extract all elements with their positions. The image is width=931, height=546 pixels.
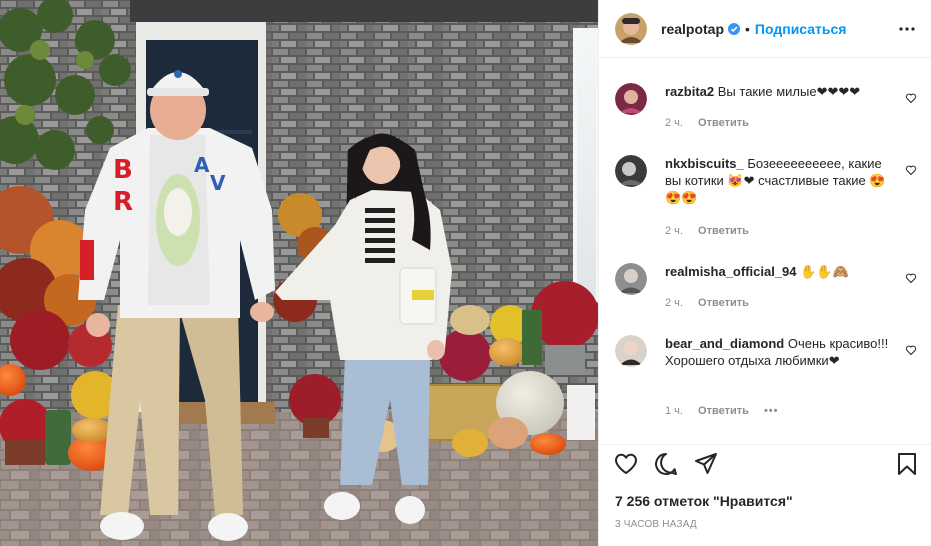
author-username[interactable]: realpotap <box>661 21 724 37</box>
svg-text:B: B <box>113 155 133 185</box>
comment-avatar[interactable] <box>615 155 647 187</box>
comment-meta: 2 ч. Ответить <box>665 117 761 129</box>
comment-icon[interactable] <box>653 451 679 477</box>
more-horizontal-icon[interactable] <box>898 21 916 37</box>
comment-options-button[interactable]: ••• <box>764 405 779 417</box>
author-avatar-image <box>615 12 647 45</box>
reply-button[interactable]: Ответить <box>698 297 749 309</box>
commenter-avatar-image <box>615 83 647 115</box>
reply-button[interactable]: Ответить <box>698 225 749 237</box>
comment-like-heart-icon[interactable] <box>905 272 917 284</box>
post-photo-image: B R A V <box>0 0 598 546</box>
comment-username[interactable]: razbita2 <box>665 84 714 99</box>
comment-username[interactable]: nkxbiscuits_ <box>665 156 744 171</box>
share-icon[interactable] <box>693 451 719 477</box>
svg-text:A: A <box>194 153 210 177</box>
comment-body: nkxbiscuits_ Бозееееееееее, какие вы кот… <box>665 155 893 206</box>
reply-button[interactable]: Ответить <box>698 117 749 129</box>
comment-avatar[interactable] <box>615 335 647 367</box>
comment-time: 2 ч. <box>665 225 683 237</box>
heart-icon[interactable] <box>613 451 639 477</box>
verified-badge-icon <box>728 22 741 35</box>
comment-time: 2 ч. <box>665 117 683 129</box>
bookmark-icon[interactable] <box>894 451 920 477</box>
comment-time: 2 ч. <box>665 297 683 309</box>
svg-text:R: R <box>113 187 133 217</box>
post-header: realpotap • Подписаться <box>599 0 931 58</box>
comment-meta: 1 ч. Ответить ••• <box>665 405 791 417</box>
post-side-panel: realpotap • Подписаться razbita2 Вы таки… <box>598 0 931 546</box>
comment-body: bear_and_diamond Очень красиво!!! Хороше… <box>665 335 893 369</box>
comment-avatar[interactable] <box>615 263 647 295</box>
comment-avatar[interactable] <box>615 83 647 115</box>
post-photo[interactable]: B R A V <box>0 0 598 546</box>
commenter-avatar-image <box>615 263 647 295</box>
likes-count[interactable]: 7 256 отметок "Нравится" <box>615 493 793 509</box>
comment-body: realmisha_official_94 ✋✋🙈 <box>665 263 893 280</box>
svg-text:V: V <box>210 171 226 195</box>
post-timestamp[interactable]: 3 часов назад <box>615 519 697 530</box>
comment-text: Вы такие милые❤❤❤❤ <box>717 84 861 99</box>
follow-button[interactable]: Подписаться <box>755 21 847 37</box>
post-actions: 7 256 отметок "Нравится" 3 часов назад <box>599 444 931 546</box>
commenter-avatar-image <box>615 155 647 187</box>
comment-like-heart-icon[interactable] <box>905 92 917 104</box>
author-avatar[interactable] <box>615 12 647 45</box>
post-modal: B R A V realpotap • Подписаться razbita2… <box>0 0 931 546</box>
comment-like-heart-icon[interactable] <box>905 164 917 176</box>
reply-button[interactable]: Ответить <box>698 405 749 417</box>
comment-meta: 2 ч. Ответить <box>665 225 761 237</box>
comment-meta: 2 ч. Ответить <box>665 297 761 309</box>
comment-username[interactable]: realmisha_official_94 <box>665 264 797 279</box>
header-separator: • <box>745 20 750 37</box>
comment-text: ✋✋🙈 <box>800 264 849 279</box>
comment-body: razbita2 Вы такие милые❤❤❤❤ <box>665 83 893 100</box>
comments-list: razbita2 Вы такие милые❤❤❤❤ 2 ч. Ответит… <box>599 59 931 444</box>
comment-like-heart-icon[interactable] <box>905 344 917 356</box>
comment-time: 1 ч. <box>665 405 683 417</box>
comment-username[interactable]: bear_and_diamond <box>665 336 784 351</box>
commenter-avatar-image <box>615 335 647 367</box>
